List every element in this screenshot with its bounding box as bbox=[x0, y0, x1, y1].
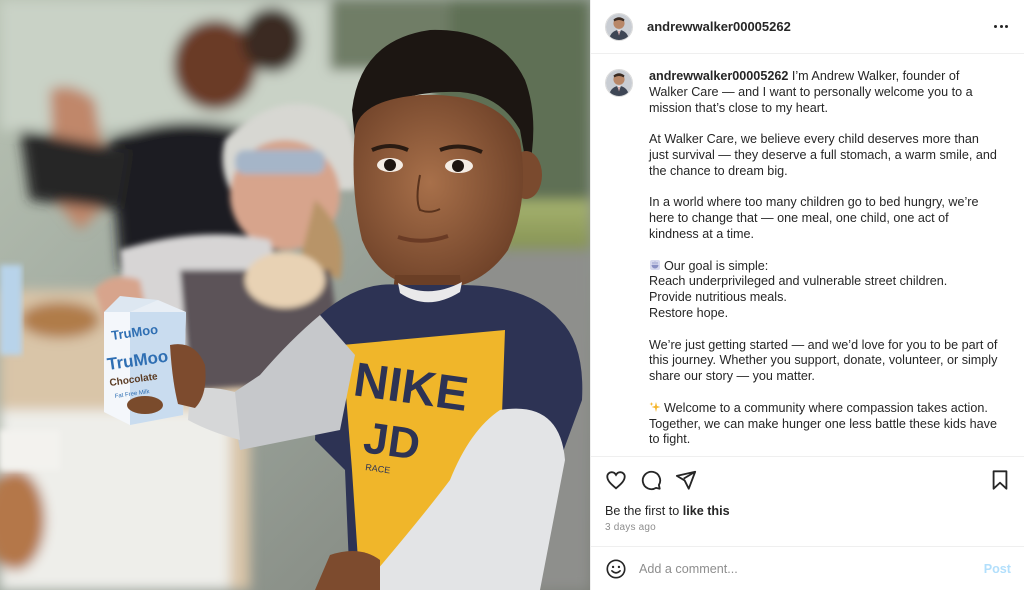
post-photo[interactable]: TruMoo TruMoo Chocolate Fat Free Milk NI… bbox=[0, 0, 590, 590]
goal-line-3: Restore hope. bbox=[649, 305, 729, 320]
caption-text: andrewwalker00005262 I’m Andrew Walker, … bbox=[649, 69, 1001, 457]
caption-paragraph-2: At Walker Care, we believe every child d… bbox=[649, 132, 997, 178]
caption-paragraph-3: In a world where too many children go to… bbox=[649, 195, 979, 241]
bowl-emoji-icon bbox=[650, 259, 660, 270]
post-details-pane: andrewwalker00005262 andrewwalker0000526… bbox=[590, 0, 1024, 590]
sparkles-emoji-icon bbox=[649, 401, 661, 412]
heart-icon[interactable] bbox=[605, 469, 627, 491]
instagram-post: TruMoo TruMoo Chocolate Fat Free Milk NI… bbox=[0, 0, 1024, 590]
likes-summary: Be the first to like this bbox=[605, 504, 730, 518]
bookmark-icon[interactable] bbox=[989, 469, 1011, 491]
comment-icon[interactable] bbox=[640, 469, 662, 491]
post-header: andrewwalker00005262 bbox=[591, 0, 1024, 54]
caption-intro: andrewwalker00005262 I’m Andrew Walker, … bbox=[649, 69, 1001, 116]
caption-paragraph-6: Welcome to a community where compassion … bbox=[649, 401, 1001, 448]
comment-bar: Post bbox=[591, 546, 1024, 590]
post-comment-button[interactable]: Post bbox=[984, 562, 1011, 576]
header-username[interactable]: andrewwalker00005262 bbox=[647, 19, 791, 34]
like-this-link[interactable]: like this bbox=[683, 504, 730, 518]
caption-paragraph-5: We’re just getting started — and we’d lo… bbox=[649, 337, 998, 384]
action-bar bbox=[591, 456, 1024, 500]
post-timestamp[interactable]: 3 days ago bbox=[605, 522, 656, 533]
caption-paragraph-6-text: Welcome to a community where compassion … bbox=[649, 400, 997, 447]
caption-goal-block: Our goal is simple: Reach underprivilege… bbox=[649, 259, 1001, 322]
caption-area[interactable]: andrewwalker00005262 I’m Andrew Walker, … bbox=[591, 55, 1024, 457]
avatar[interactable] bbox=[605, 12, 633, 41]
shirt-text-bottom: JD bbox=[361, 413, 424, 469]
avatar-image bbox=[606, 13, 632, 40]
goal-heading: Our goal is simple: bbox=[664, 258, 769, 273]
comment-input[interactable] bbox=[639, 561, 978, 576]
caption-username[interactable]: andrewwalker00005262 bbox=[649, 69, 788, 83]
goal-line-1: Reach underprivileged and vulnerable str… bbox=[649, 274, 948, 289]
photo-illustration: TruMoo TruMoo Chocolate Fat Free Milk NI… bbox=[0, 0, 590, 590]
send-icon[interactable] bbox=[675, 469, 697, 491]
smiley-icon[interactable] bbox=[605, 558, 627, 580]
more-options-icon[interactable] bbox=[991, 16, 1011, 36]
caption-avatar[interactable] bbox=[605, 69, 633, 97]
likes-prefix: Be the first to bbox=[605, 504, 683, 518]
goal-line-2: Provide nutritious meals. bbox=[649, 290, 787, 305]
caption-avatar-image bbox=[606, 70, 632, 96]
